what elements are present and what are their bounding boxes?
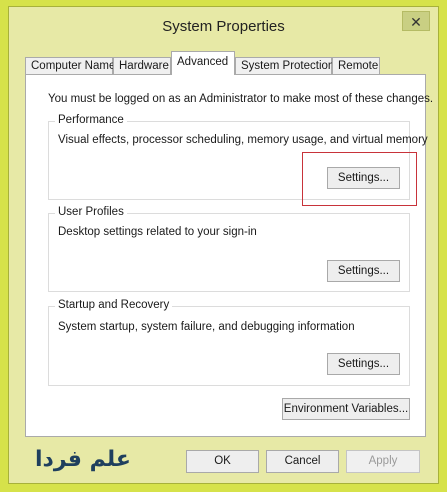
user-profiles-description: Desktop settings related to your sign-in: [58, 226, 257, 238]
advanced-tab-panel: You must be logged on as an Administrato…: [25, 74, 433, 437]
system-properties-window: System Properties ✕ Computer Name Hardwa…: [8, 6, 439, 484]
tab-system-protection[interactable]: System Protection: [235, 57, 334, 74]
tab-advanced[interactable]: Advanced: [171, 51, 235, 75]
user-profiles-settings-button[interactable]: Settings...: [327, 260, 400, 282]
startup-recovery-group: Startup and Recovery System startup, sys…: [48, 299, 410, 386]
ok-button[interactable]: OK: [186, 450, 259, 473]
environment-variables-button[interactable]: Environment Variables...: [282, 398, 410, 420]
close-button[interactable]: ✕: [402, 11, 430, 31]
cancel-button[interactable]: Cancel: [266, 450, 339, 473]
close-icon: ✕: [410, 14, 422, 30]
user-profiles-group: User Profiles Desktop settings related t…: [48, 206, 410, 292]
window-title: System Properties: [162, 18, 285, 35]
startup-recovery-settings-button[interactable]: Settings...: [327, 353, 400, 375]
startup-recovery-title: Startup and Recovery: [55, 299, 173, 311]
tab-remote[interactable]: Remote: [332, 57, 380, 74]
admin-notice: You must be logged on as an Administrato…: [48, 93, 434, 105]
tab-hardware[interactable]: Hardware: [113, 57, 171, 74]
performance-title: Performance: [55, 114, 127, 126]
watermark-logo: علم فردا: [35, 447, 131, 472]
startup-recovery-description: System startup, system failure, and debu…: [58, 321, 355, 333]
apply-button[interactable]: Apply: [346, 450, 420, 473]
performance-description: Visual effects, processor scheduling, me…: [58, 134, 428, 146]
tab-computer-name[interactable]: Computer Name: [25, 57, 115, 74]
highlight-box: [302, 152, 417, 206]
user-profiles-title: User Profiles: [55, 206, 127, 218]
